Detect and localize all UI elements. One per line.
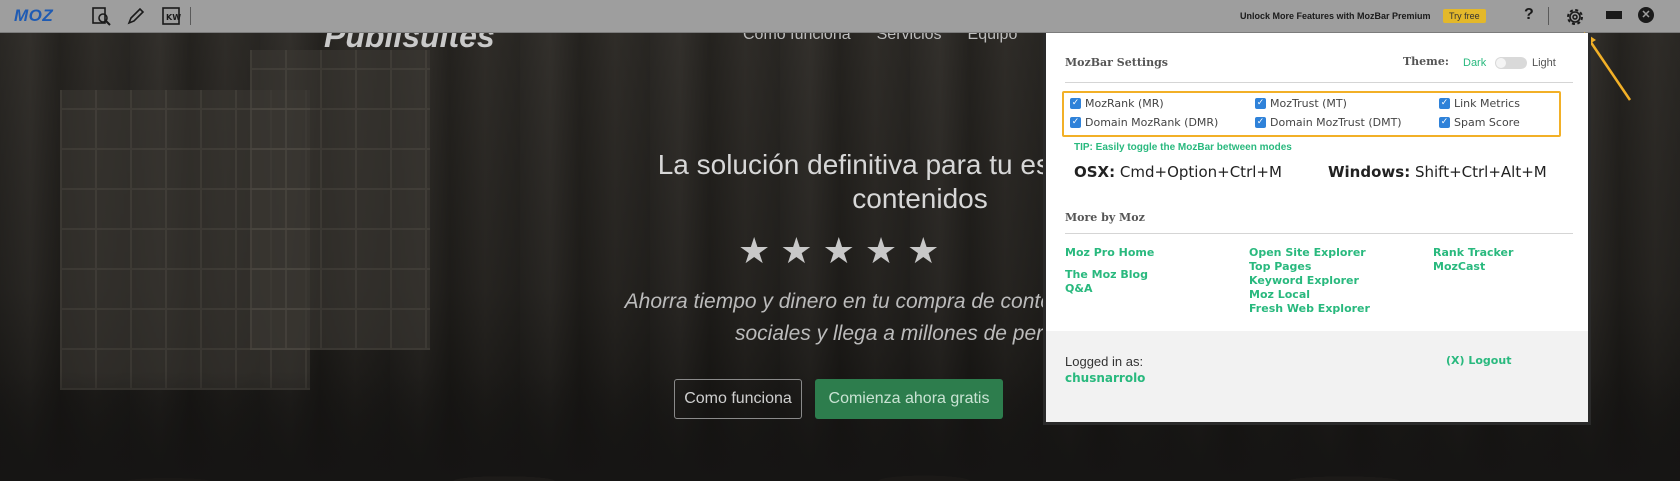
page-analysis-icon[interactable] — [90, 5, 112, 27]
checkbox-checked-icon[interactable]: ✓ — [1439, 117, 1450, 128]
metric-checkbox-mr[interactable]: ✓ MozRank (MR) — [1070, 97, 1164, 110]
link-top-pages[interactable]: Top Pages — [1249, 260, 1311, 273]
metric-label: Domain MozRank (DMR) — [1085, 116, 1219, 129]
building-image — [250, 50, 430, 350]
settings-title: MozBar Settings — [1065, 56, 1168, 69]
divider — [1065, 233, 1573, 234]
rating-stars: ★ ★ ★ ★ ★ — [738, 230, 940, 271]
keyword-icon[interactable]: KW — [160, 5, 182, 27]
metric-checkbox-mt[interactable]: ✓ MozTrust (MT) — [1255, 97, 1347, 110]
logged-in-label: Logged in as: — [1065, 354, 1144, 369]
star-icon: ★ — [738, 230, 771, 271]
gear-icon[interactable] — [1563, 5, 1587, 29]
logout-link[interactable]: (X) Logout — [1446, 354, 1511, 367]
metric-checkbox-link-metrics[interactable]: ✓ Link Metrics — [1439, 97, 1520, 110]
start-free-button[interactable]: Comienza ahora gratis — [815, 379, 1003, 419]
metric-label: Link Metrics — [1454, 97, 1520, 110]
osx-shortcut: OSX: Cmd+Option+Ctrl+M — [1074, 163, 1282, 181]
checkbox-checked-icon[interactable]: ✓ — [1255, 98, 1266, 109]
link-moz-pro-home[interactable]: Moz Pro Home — [1065, 246, 1154, 259]
link-qa[interactable]: Q&A — [1065, 282, 1092, 295]
link-fresh-web-explorer[interactable]: Fresh Web Explorer — [1249, 302, 1370, 315]
osx-keys: Cmd+Option+Ctrl+M — [1119, 163, 1282, 181]
username[interactable]: chusnarrolo — [1065, 371, 1145, 385]
checkbox-checked-icon[interactable]: ✓ — [1070, 117, 1081, 128]
star-icon: ★ — [822, 230, 855, 271]
star-icon: ★ — [864, 230, 898, 271]
checkbox-checked-icon[interactable]: ✓ — [1255, 117, 1266, 128]
metric-checkbox-dmr[interactable]: ✓ Domain MozRank (DMR) — [1070, 116, 1218, 129]
close-icon[interactable]: ✕ — [1638, 7, 1654, 23]
minimize-icon[interactable] — [1606, 11, 1622, 19]
windows-shortcut: Windows: Shift+Ctrl+Alt+M — [1328, 163, 1547, 181]
metric-label: MozRank (MR) — [1085, 97, 1164, 110]
link-moz-local[interactable]: Moz Local — [1249, 288, 1310, 301]
svg-text:KW: KW — [166, 13, 181, 22]
help-icon[interactable]: ? — [1524, 6, 1534, 24]
account-footer: Logged in as: chusnarrolo (X) Logout — [1046, 331, 1588, 422]
link-mozcast[interactable]: MozCast — [1433, 260, 1485, 273]
moz-logo[interactable]: MOZ — [14, 6, 53, 26]
metric-label: MozTrust (MT) — [1270, 97, 1347, 110]
link-moz-blog[interactable]: The Moz Blog — [1065, 268, 1148, 281]
windows-label: Windows: — [1328, 163, 1411, 181]
premium-promo-text: Unlock More Features with MozBar Premium — [1240, 11, 1431, 21]
mozbar-settings-panel: MozBar Settings Theme: Dark Light ✓ MozRa… — [1043, 33, 1591, 425]
link-open-site-explorer[interactable]: Open Site Explorer — [1249, 246, 1366, 259]
toolbar-divider — [1548, 7, 1549, 25]
metric-label: Spam Score — [1454, 116, 1520, 129]
mozbar-toolbar: MOZ KW Unlock More Features with MozBar … — [0, 0, 1680, 33]
metric-label: Domain MozTrust (DMT) — [1270, 116, 1402, 129]
star-icon: ★ — [907, 230, 940, 271]
how-it-works-button[interactable]: Como funciona — [674, 379, 802, 419]
windows-keys: Shift+Ctrl+Alt+M — [1414, 163, 1547, 181]
metric-checkbox-dmt[interactable]: ✓ Domain MozTrust (DMT) — [1255, 116, 1402, 129]
divider — [1065, 82, 1573, 83]
try-free-button[interactable]: Try free — [1443, 9, 1486, 23]
toolbar-divider — [190, 7, 191, 25]
theme-toggle[interactable] — [1495, 57, 1527, 69]
tip-text: TIP: Easily toggle the MozBar between mo… — [1074, 142, 1292, 153]
checkbox-checked-icon[interactable]: ✓ — [1439, 98, 1450, 109]
more-by-moz-title: More by Moz — [1065, 211, 1145, 224]
metric-checkbox-spam-score[interactable]: ✓ Spam Score — [1439, 116, 1520, 129]
highlighter-icon[interactable] — [125, 5, 147, 27]
osx-label: OSX: — [1074, 163, 1116, 181]
theme-dark-option[interactable]: Dark — [1463, 57, 1486, 69]
star-icon: ★ — [780, 230, 813, 271]
link-rank-tracker[interactable]: Rank Tracker — [1433, 246, 1513, 259]
theme-light-option[interactable]: Light — [1532, 57, 1556, 69]
link-keyword-explorer[interactable]: Keyword Explorer — [1249, 274, 1359, 287]
theme-label: Theme: — [1403, 55, 1449, 68]
checkbox-checked-icon[interactable]: ✓ — [1070, 98, 1081, 109]
toggle-knob — [1496, 58, 1506, 68]
